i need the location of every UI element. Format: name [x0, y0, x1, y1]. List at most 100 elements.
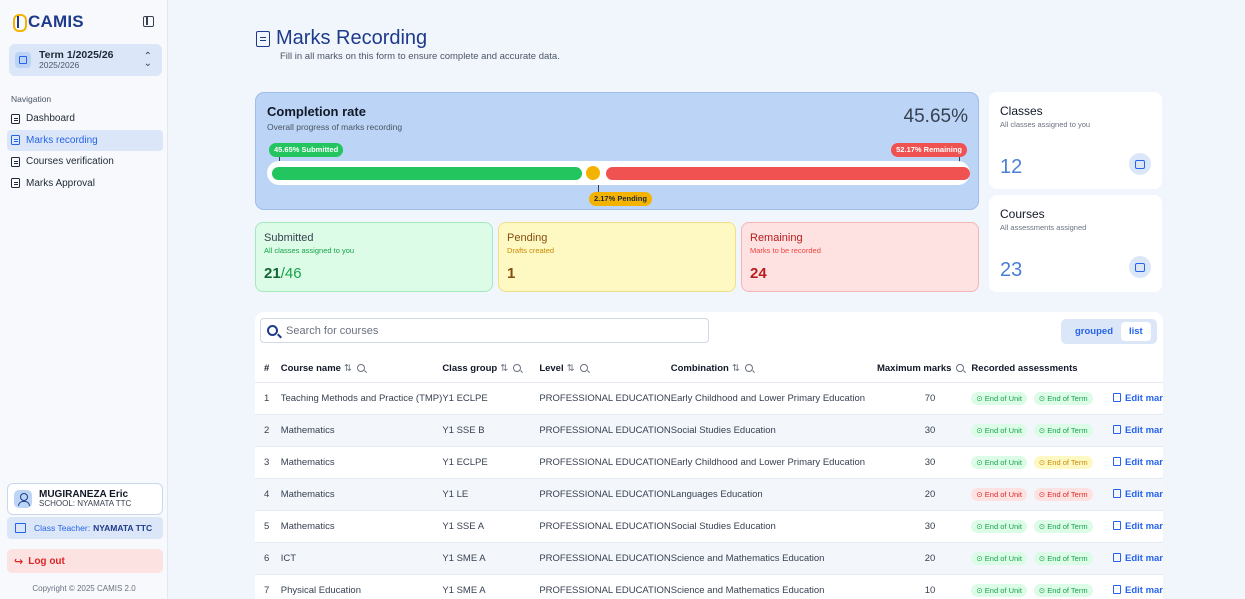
- user-school: SCHOOL: NYAMATA TTC: [39, 499, 132, 509]
- sidebar-item-courses-verification[interactable]: Courses verification: [7, 151, 163, 172]
- col-header-class[interactable]: Class group ⇅: [442, 355, 539, 382]
- user-card[interactable]: MUGIRANEZA Eric SCHOOL: NYAMATA TTC: [7, 483, 163, 515]
- course-name: Mathematics: [280, 520, 335, 532]
- sidebar: CAMIS Term 1/2025/26 2025/2026 ⌃ ⌄ Naviga…: [0, 0, 168, 599]
- row-number: 1: [264, 392, 270, 404]
- submitted-stat: Submitted All classes assigned to you 21…: [255, 222, 493, 292]
- sort-icon[interactable]: ⇅: [344, 363, 352, 374]
- term-selector[interactable]: Term 1/2025/26 2025/2026 ⌃ ⌄: [9, 44, 162, 76]
- completion-percent: 45.65%: [903, 106, 968, 127]
- sort-icon[interactable]: ⇅: [567, 363, 575, 374]
- remaining-subtitle: Marks to be recorded: [750, 246, 821, 255]
- end-of-unit-badge: ⊙ End of Unit: [971, 519, 1027, 533]
- progress-submitted-segment: [272, 167, 582, 180]
- recorded-assessments: ⊙ End of Unit ⊙ End of Term: [964, 542, 1113, 574]
- table-row[interactable]: 7 Physical Education Y1 SME A PROFESSIONAL …: [255, 574, 1163, 599]
- sort-icon[interactable]: ⇅: [500, 363, 508, 374]
- class-teacher-value: NYAMATA TTC: [93, 523, 153, 533]
- edit-document-icon: [1112, 424, 1121, 434]
- end-of-unit-badge: ⊙ End of Unit: [971, 455, 1027, 469]
- view-grouped-button[interactable]: grouped: [1067, 322, 1121, 341]
- pending-value: 1: [507, 265, 516, 282]
- calendar-icon: [15, 52, 31, 68]
- submitted-subtitle: All classes assigned to you: [264, 246, 355, 255]
- col-header-combination[interactable]: Combination ⇅: [671, 355, 866, 382]
- sidebar-toggle-icon[interactable]: [143, 16, 154, 27]
- combination: Science and Mathematics Education: [670, 584, 825, 596]
- badge-label: End of Term: [1047, 585, 1088, 595]
- level: PROFESSIONAL EDUCATION: [539, 424, 671, 436]
- sidebar-item-marks-recording[interactable]: Marks recording: [7, 129, 163, 151]
- check-icon: [1129, 256, 1151, 278]
- table-row[interactable]: 5 Mathematics Y1 SSE A PROFESSIONAL EDUCATI…: [255, 510, 1163, 542]
- sort-icon[interactable]: ⇅: [732, 363, 740, 374]
- edit-marks-link[interactable]: Edit mar: [1112, 446, 1163, 478]
- filter-search-icon[interactable]: [356, 363, 365, 372]
- end-of-term-badge: ⊙ End of Term: [1033, 455, 1093, 469]
- app-logo[interactable]: CAMIS: [12, 12, 84, 32]
- badge-label: End of Unit: [984, 489, 1022, 499]
- submitted-pill: 45.65% Submitted: [269, 143, 344, 157]
- row-number: 7: [264, 584, 270, 596]
- maximum-marks: 20: [924, 552, 936, 564]
- table-row[interactable]: 4 Mathematics Y1 LE PROFESSIONAL EDUCATION L…: [255, 478, 1163, 510]
- remaining-pill: 52.17% Remaining: [891, 143, 967, 157]
- table-row[interactable]: 3 Mathematics Y1 ECLPE PROFESSIONAL EDUCATI…: [255, 446, 1163, 478]
- sidebar-item-dashboard[interactable]: Dashboard: [7, 108, 163, 129]
- submitted-value: 21: [264, 265, 281, 282]
- col-header-max[interactable]: Maximum marks: [866, 355, 965, 382]
- course-name: Mathematics: [280, 424, 335, 436]
- maximum-marks: 10: [924, 584, 936, 596]
- table-row[interactable]: 2 Mathematics Y1 SSE B PROFESSIONAL EDUCATI…: [255, 414, 1163, 446]
- edit-document-icon: [1112, 392, 1121, 402]
- course-name: Physical Education: [280, 584, 362, 596]
- app-name: CAMIS: [28, 12, 84, 31]
- end-of-term-badge: ⊙ End of Term: [1033, 391, 1093, 405]
- filter-search-icon[interactable]: [579, 363, 588, 372]
- edit-marks-link[interactable]: Edit mar: [1112, 478, 1163, 510]
- recorded-assessments: ⊙ End of Unit ⊙ End of Term: [964, 574, 1113, 599]
- courses-table-panel: Search for courses grouped list # Course…: [255, 312, 1163, 599]
- search-icon: [267, 325, 278, 336]
- clipboard-icon: [256, 30, 270, 47]
- col-header-class-label: Class group: [442, 362, 498, 374]
- courses-card: Courses All assessments assigned 23: [989, 195, 1162, 292]
- end-of-term-badge: ⊙ End of Term: [1033, 583, 1093, 597]
- presentation-icon: [1129, 153, 1151, 175]
- edit-marks-link[interactable]: Edit mar: [1112, 382, 1163, 414]
- logout-button[interactable]: ↪ Log out: [7, 549, 163, 573]
- submitted-total: /46: [280, 265, 302, 282]
- col-header-course[interactable]: Course name ⇅: [281, 355, 443, 382]
- search-input[interactable]: Search for courses: [260, 318, 709, 343]
- clipboard-icon: [11, 135, 20, 145]
- view-list-button[interactable]: list: [1121, 322, 1151, 341]
- edit-marks-link[interactable]: Edit mar: [1112, 574, 1163, 599]
- progress-track: [267, 161, 970, 185]
- end-of-term-badge: ⊙ End of Term: [1033, 487, 1093, 501]
- badge-label: End of Unit: [984, 553, 1022, 563]
- recorded-assessments: ⊙ End of Unit ⊙ End of Term: [964, 478, 1113, 510]
- class-group: Y1 SME A: [442, 552, 486, 564]
- maximum-marks: 20: [924, 488, 936, 500]
- edit-document-icon: [1112, 584, 1121, 594]
- combination: Social Studies Education: [670, 520, 776, 532]
- table-row[interactable]: 1 Teaching Methods and Practice (TMP) Y1 E…: [255, 382, 1163, 414]
- edit-marks-link[interactable]: Edit mar: [1112, 414, 1163, 446]
- edit-marks-label: Edit mar: [1124, 520, 1163, 532]
- combination: Science and Mathematics Education: [670, 552, 825, 564]
- badge-label: End of Unit: [984, 521, 1022, 531]
- end-of-unit-badge: ⊙ End of Unit: [971, 551, 1027, 565]
- table-row[interactable]: 6 ICT Y1 SME A PROFESSIONAL EDUCATION Scienc…: [255, 542, 1163, 574]
- filter-search-icon[interactable]: [956, 363, 965, 372]
- edit-marks-link[interactable]: Edit mar: [1112, 542, 1163, 574]
- pending-stat: Pending Drafts created 1: [498, 222, 736, 292]
- filter-search-icon[interactable]: [744, 363, 753, 372]
- sidebar-item-label: Marks recording: [26, 134, 98, 146]
- edit-marks-link[interactable]: Edit mar: [1112, 510, 1163, 542]
- submitted-title: Submitted: [264, 232, 314, 244]
- badge-label: End of Term: [1047, 425, 1088, 435]
- sidebar-item-marks-approval[interactable]: Marks Approval: [7, 173, 163, 194]
- filter-search-icon[interactable]: [513, 363, 522, 372]
- logout-icon: ↪: [14, 555, 24, 568]
- col-header-level[interactable]: Level ⇅: [539, 355, 670, 382]
